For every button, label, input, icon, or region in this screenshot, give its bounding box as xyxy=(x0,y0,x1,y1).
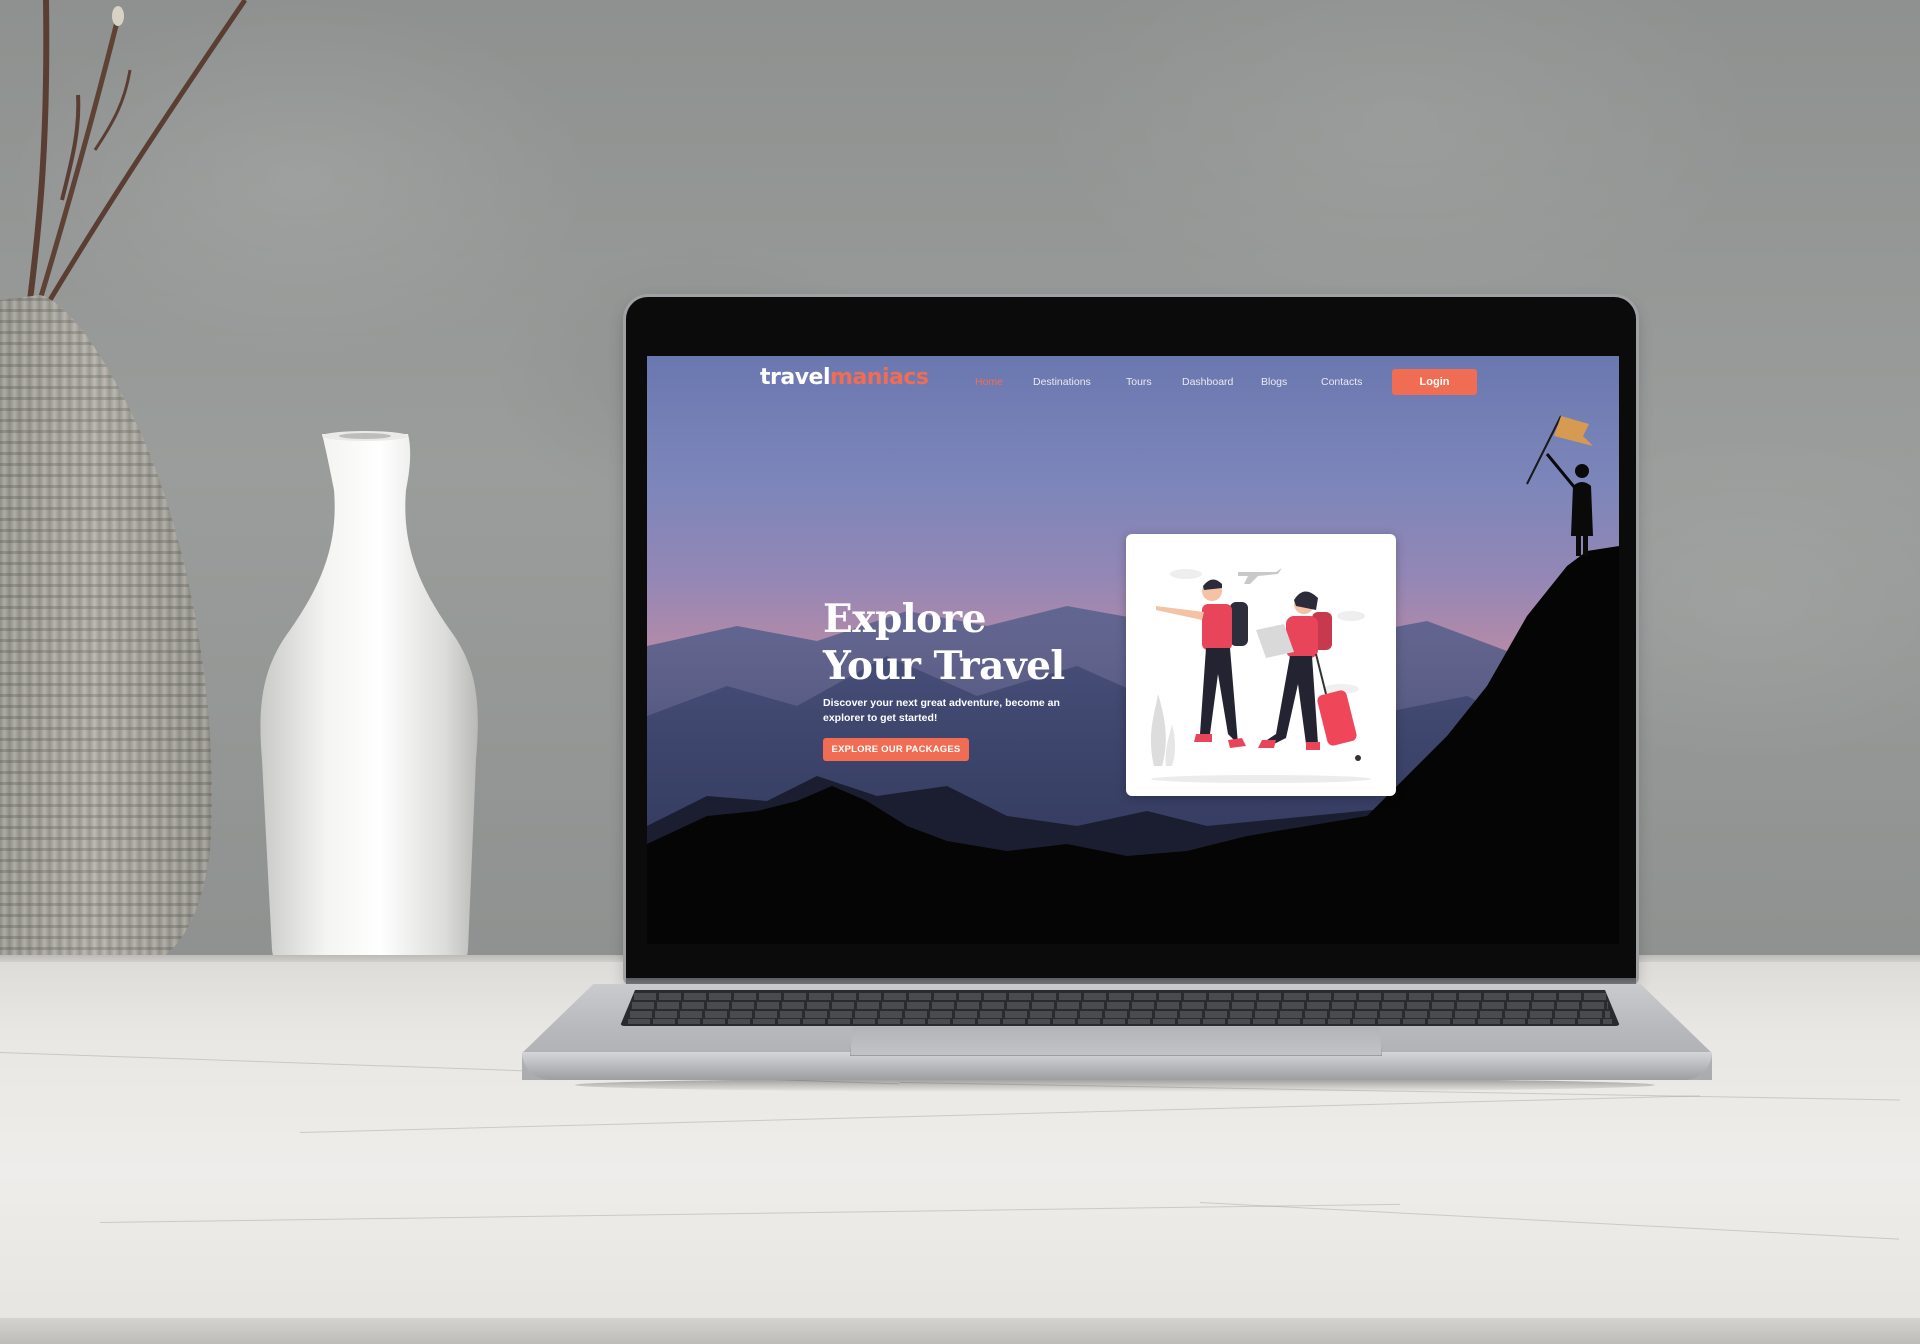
nav-contacts[interactable]: Contacts xyxy=(1321,376,1362,388)
nav-blogs[interactable]: Blogs xyxy=(1261,376,1287,388)
travelers-illustration-icon xyxy=(1150,568,1371,783)
login-button[interactable]: Login xyxy=(1392,369,1477,395)
dried-branches xyxy=(27,0,248,302)
travelers-illustration-card xyxy=(1126,534,1396,796)
nav-tours[interactable]: Tours xyxy=(1126,376,1152,388)
desk-scene: travelmaniacs Home Destinations Tours Da… xyxy=(0,0,1920,1344)
hero-subtitle: Discover your next great adventure, beco… xyxy=(823,697,1060,724)
travelmaniacs-logo[interactable]: travelmaniacs xyxy=(760,365,929,390)
nav-destinations[interactable]: Destinations xyxy=(1033,376,1091,388)
laptop-shadow xyxy=(575,1078,1655,1092)
explore-packages-button[interactable]: EXPLORE OUR PACKAGES xyxy=(823,738,969,761)
laptop-screen: travelmaniacs Home Destinations Tours Da… xyxy=(647,356,1619,944)
logo-part-travel: travel xyxy=(760,365,831,390)
nav-home[interactable]: Home xyxy=(975,376,1003,388)
laptop-trackpad xyxy=(850,1027,1382,1056)
nav-dashboard[interactable]: Dashboard xyxy=(1182,376,1233,388)
hero-title-line-2: Your Travel xyxy=(823,643,1065,689)
hero-title-line-1: Explore xyxy=(823,596,986,642)
logo-part-maniacs: maniacs xyxy=(830,365,929,390)
ribbed-vase xyxy=(0,295,212,990)
desk-front-edge xyxy=(0,1318,1920,1344)
hero-title: Explore Your Travel xyxy=(823,596,1123,690)
white-vase xyxy=(260,431,478,978)
laptop-keyboard xyxy=(620,990,1620,1026)
laptop-base-front xyxy=(522,1052,1712,1080)
top-navigation: travelmaniacs Home Destinations Tours Da… xyxy=(647,356,1619,406)
summit-flag xyxy=(1554,416,1593,446)
